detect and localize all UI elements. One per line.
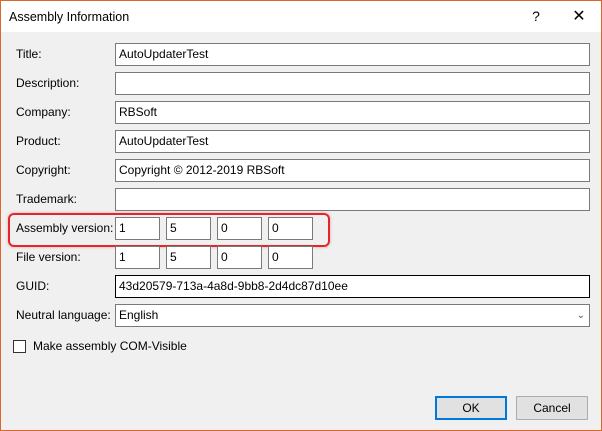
title-input[interactable]: AutoUpdaterTest (115, 43, 590, 66)
ok-button[interactable]: OK (435, 396, 507, 420)
assembly-version-build[interactable]: 0 (217, 217, 262, 240)
company-input[interactable]: RBSoft (115, 101, 590, 124)
description-input[interactable] (115, 72, 590, 95)
company-label: Company: (16, 105, 71, 119)
title-bar: Assembly Information ? ✕ (1, 1, 601, 32)
guid-input[interactable]: 43d20579-713a-4a8d-9bb8-2d4dc87d10ee (115, 275, 590, 298)
neutral-language-select[interactable]: English ⌄ (115, 304, 590, 327)
chevron-down-icon: ⌄ (576, 310, 585, 321)
product-label: Product: (16, 134, 61, 148)
file-version-minor[interactable]: 5 (166, 246, 211, 269)
assembly-information-dialog: Assembly Information ? ✕ Title: AutoUpda… (0, 0, 602, 431)
copyright-label: Copyright: (16, 163, 71, 177)
file-version-label: File version: (16, 250, 81, 264)
file-version-major[interactable]: 1 (115, 246, 160, 269)
assembly-version-minor[interactable]: 5 (166, 217, 211, 240)
com-visible-label[interactable]: Make assembly COM-Visible (33, 339, 187, 353)
assembly-version-revision[interactable]: 0 (268, 217, 313, 240)
assembly-version-label: Assembly version: (16, 221, 114, 235)
neutral-language-value: English (119, 308, 159, 322)
copyright-input[interactable]: Copyright © 2012-2019 RBSoft (115, 159, 590, 182)
neutral-language-label: Neutral language: (16, 308, 111, 322)
com-visible-checkbox[interactable] (13, 340, 26, 353)
file-version-build[interactable]: 0 (217, 246, 262, 269)
trademark-input[interactable] (115, 188, 590, 211)
cancel-button[interactable]: Cancel (516, 396, 588, 420)
file-version-revision[interactable]: 0 (268, 246, 313, 269)
title-label: Title: (16, 47, 42, 61)
description-label: Description: (16, 76, 80, 90)
close-icon[interactable]: ✕ (570, 6, 588, 26)
trademark-label: Trademark: (16, 192, 77, 206)
dialog-title: Assembly Information (9, 10, 130, 24)
guid-label: GUID: (16, 279, 50, 293)
product-input[interactable]: AutoUpdaterTest (115, 130, 590, 153)
help-icon[interactable]: ? (528, 8, 544, 24)
assembly-version-major[interactable]: 1 (115, 217, 160, 240)
